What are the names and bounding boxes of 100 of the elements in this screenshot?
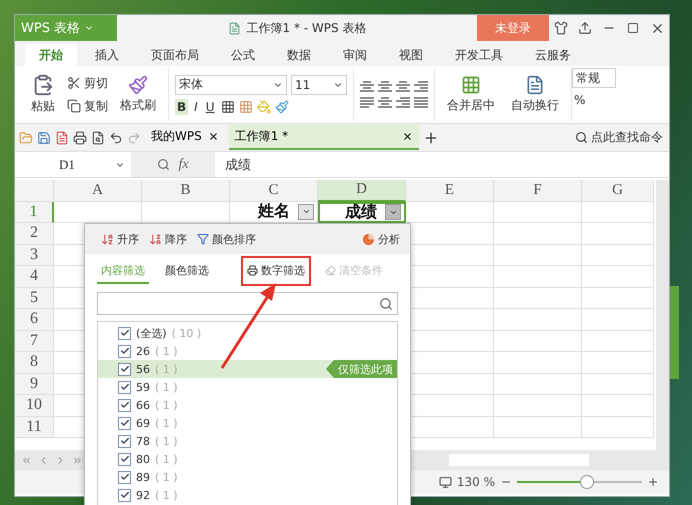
checkbox[interactable] (118, 344, 131, 358)
row-header[interactable]: 1 (15, 202, 54, 223)
wrap-text-button[interactable]: 自动换行 (505, 74, 565, 115)
filter-search-field[interactable] (97, 292, 398, 315)
cell-style-icon[interactable] (238, 100, 252, 114)
table-cell[interactable] (582, 416, 654, 438)
first-sheet-icon[interactable] (21, 454, 32, 466)
checkbox[interactable] (118, 416, 131, 430)
table-cell[interactable] (494, 374, 582, 395)
row-header[interactable]: 4 (15, 266, 54, 288)
column-header[interactable]: E (406, 180, 494, 202)
ribbon-tab[interactable]: 开始 (25, 44, 77, 66)
filter-dropdown-button[interactable] (298, 204, 314, 220)
fill-color-icon[interactable] (256, 100, 270, 114)
align-left-icon[interactable] (360, 96, 374, 108)
checkbox[interactable] (118, 470, 131, 484)
bold-button[interactable]: B (175, 98, 188, 114)
row-header[interactable]: 6 (15, 309, 54, 330)
cut-button[interactable]: 剪切 (65, 74, 110, 92)
justify-icon[interactable] (414, 96, 428, 108)
print-icon[interactable] (73, 130, 87, 144)
analyze-button[interactable]: 分析 (362, 232, 400, 246)
table-cell[interactable] (494, 202, 582, 223)
filter-list-item[interactable]: 56 ( 1 ) 仅筛选此项 (98, 360, 397, 378)
row-header[interactable]: 3 (15, 244, 54, 266)
new-tab-icon[interactable] (422, 130, 439, 146)
table-cell[interactable] (494, 288, 582, 309)
command-search-field[interactable]: 点此查找命令 (573, 128, 665, 147)
table-cell[interactable] (494, 352, 582, 374)
table-cell[interactable] (582, 395, 654, 416)
table-cell[interactable]: 成绩 (318, 202, 406, 223)
last-sheet-icon[interactable] (72, 454, 83, 466)
ribbon-tab[interactable]: 插入 (81, 44, 133, 66)
sort-button[interactable]: 降序 (149, 232, 187, 246)
checkbox[interactable] (118, 398, 131, 412)
percent-button[interactable]: % (572, 92, 616, 108)
column-header[interactable]: G (582, 180, 654, 202)
checkbox[interactable] (118, 362, 131, 376)
column-header[interactable]: C (230, 180, 318, 202)
row-header[interactable]: 7 (15, 330, 54, 352)
row-header[interactable]: 8 (15, 352, 54, 374)
column-header[interactable]: D (318, 180, 406, 202)
borders-icon[interactable] (220, 100, 234, 114)
italic-button[interactable]: I (192, 98, 200, 114)
sort-button[interactable]: 升序 (101, 232, 139, 246)
checkbox[interactable] (118, 326, 131, 340)
indent-icon[interactable] (414, 80, 428, 92)
font-color-icon[interactable] (274, 100, 288, 114)
underline-button[interactable]: U (204, 98, 216, 114)
merge-center-button[interactable]: 合并居中 (441, 74, 501, 115)
filter-dropdown-button[interactable] (385, 204, 401, 220)
ribbon-tab[interactable]: 开发工具 (441, 44, 517, 66)
number-format-field[interactable]: 常规 (572, 68, 616, 88)
table-cell[interactable] (582, 244, 654, 266)
zoom-in-icon[interactable] (647, 476, 659, 488)
font-size-field[interactable]: 11 (291, 74, 347, 94)
row-header[interactable]: 10 (15, 395, 54, 416)
filter-list-item[interactable]: 78 ( 1 ) (98, 432, 397, 450)
column-header[interactable]: B (142, 180, 230, 202)
align-right-icon[interactable] (396, 96, 410, 108)
filter-list-item[interactable]: 69 ( 1 ) (98, 414, 397, 432)
ribbon-tab[interactable]: 视图 (385, 44, 437, 66)
save-icon[interactable] (37, 130, 51, 144)
table-cell[interactable] (582, 374, 654, 395)
checkbox[interactable] (118, 434, 131, 448)
filter-tab[interactable]: 数字筛选 (243, 258, 309, 284)
table-cell[interactable] (494, 395, 582, 416)
table-cell[interactable] (406, 202, 494, 223)
filter-list-item[interactable]: 26 ( 1 ) (98, 342, 397, 360)
table-cell[interactable] (582, 223, 654, 244)
align-bottom-icon[interactable] (396, 80, 410, 92)
document-tab[interactable]: 我的WPS (145, 125, 225, 150)
format-painter-button[interactable]: 格式刷 (114, 74, 162, 115)
align-middle-icon[interactable] (378, 80, 392, 92)
font-field[interactable]: 宋体 (175, 74, 287, 94)
preview-icon[interactable] (91, 130, 105, 144)
sort-button[interactable]: 颜色排序 (197, 232, 256, 246)
column-header[interactable]: A (54, 180, 142, 202)
ribbon-tab[interactable]: 公式 (217, 44, 269, 66)
undo-icon[interactable] (109, 130, 123, 144)
ribbon-tab[interactable]: 页面布局 (137, 44, 213, 66)
checkbox[interactable] (118, 488, 131, 502)
filter-list-item[interactable]: (全选) ( 10 ) (98, 324, 397, 342)
table-cell[interactable] (494, 266, 582, 288)
table-cell[interactable] (582, 288, 654, 309)
table-cell[interactable] (582, 330, 654, 352)
view-icon[interactable] (438, 476, 452, 488)
cell-name-box[interactable]: D1 (15, 154, 131, 176)
folder-icon[interactable] (19, 130, 33, 144)
table-cell[interactable] (582, 202, 654, 223)
copy-button[interactable]: 复制 (65, 96, 110, 116)
filter-list-item[interactable]: 89 ( 1 ) (98, 468, 397, 486)
vertical-scrollbar[interactable] (656, 180, 669, 450)
table-cell[interactable] (494, 416, 582, 438)
table-cell[interactable] (582, 309, 654, 330)
ribbon-tab[interactable]: 云服务 (521, 44, 585, 66)
checkbox[interactable] (118, 380, 131, 394)
zoom-icon[interactable] (157, 158, 170, 171)
row-header[interactable]: 11 (15, 416, 54, 438)
fx-label[interactable]: fx (178, 156, 189, 172)
